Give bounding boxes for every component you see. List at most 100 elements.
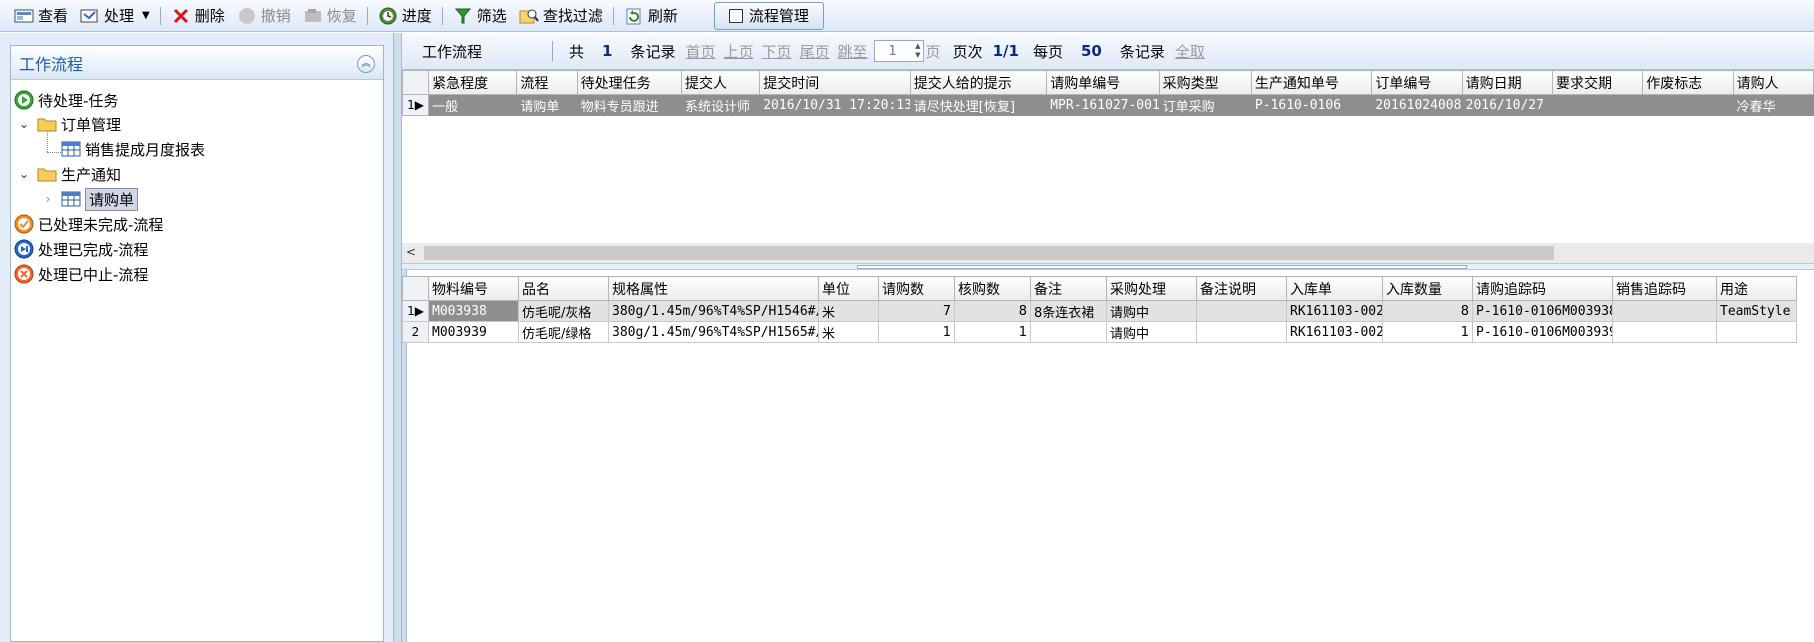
column-header[interactable]: 请购追踪码 [1472, 276, 1613, 301]
tree-item-terminated[interactable]: 处理已中止-流程 [14, 262, 148, 286]
table-cell[interactable]: 1 [878, 321, 955, 343]
jump-to-link[interactable]: 跳至 [838, 41, 868, 62]
table-cell[interactable]: 请尽快处理[恢复] [909, 94, 1048, 116]
table-cell[interactable]: 8条连衣裙 [1030, 300, 1107, 322]
column-header[interactable]: 销售追踪码 [1612, 276, 1717, 301]
column-header[interactable]: 用途 [1716, 276, 1797, 301]
refresh-button[interactable]: 刷新 [618, 3, 684, 29]
table-cell[interactable]: 1 [1382, 321, 1473, 343]
table-cell[interactable]: 380g/1.45m/96%T4%SP/H1546#/ [608, 300, 819, 322]
table-cell[interactable]: 请购单 [516, 94, 578, 116]
table-cell[interactable]: 米 [818, 300, 879, 322]
table-cell[interactable]: 物料专员跟进 [576, 94, 682, 116]
table-cell[interactable]: 20161024008 [1371, 94, 1463, 116]
chevron-down-icon[interactable]: ▼ [142, 10, 150, 21]
delete-button[interactable]: 删除 [165, 3, 231, 29]
table-cell[interactable]: M003939 [428, 321, 519, 343]
table-cell[interactable]: 请购中 [1106, 321, 1197, 343]
table-cell[interactable] [1030, 321, 1107, 343]
table-cell[interactable]: 请购中 [1106, 300, 1197, 322]
table-cell[interactable]: TeamStyle [1716, 300, 1797, 322]
collapse-up-icon[interactable]: ︽ [357, 55, 375, 73]
table-cell[interactable]: RK161103-002 [1286, 321, 1383, 343]
column-header[interactable]: 规格属性 [608, 276, 819, 301]
table-cell[interactable]: 米 [818, 321, 879, 343]
last-page-link[interactable]: 尾页 [800, 41, 830, 62]
column-header[interactable]: 作废标志 [1642, 70, 1734, 95]
tree-item-order-management[interactable]: ⌄ 订单管理 [17, 112, 121, 136]
progress-button[interactable]: 进度 [372, 3, 438, 29]
column-header[interactable]: 备注说明 [1196, 276, 1287, 301]
panel-splitter[interactable] [393, 33, 402, 642]
tree-item-sales-commission-report[interactable]: 销售提成月度报表 [61, 137, 205, 161]
table-cell[interactable] [1612, 300, 1717, 322]
column-header[interactable]: 核购数 [954, 276, 1031, 301]
splitter-grip[interactable] [857, 265, 1467, 269]
column-header[interactable]: 单位 [818, 276, 879, 301]
view-button[interactable]: 查看 [8, 3, 74, 29]
column-header[interactable]: 订单编号 [1371, 70, 1463, 95]
column-header[interactable]: 提交人给的提示 [909, 70, 1048, 95]
chevron-right-icon[interactable]: › [41, 192, 55, 206]
table-cell[interactable]: RK161103-002 [1286, 300, 1383, 322]
search-filter-button[interactable]: 查找过滤 [513, 3, 609, 29]
column-header[interactable]: 请购单编号 [1046, 70, 1160, 95]
column-header[interactable]: 流程 [516, 70, 578, 95]
column-header[interactable]: 采购处理 [1106, 276, 1197, 301]
table-cell[interactable]: 7 [878, 300, 955, 322]
column-header[interactable]: 提交时间 [759, 70, 911, 95]
table-row[interactable]: 2 M003939 仿毛呢/绿格 380g/1.45m/96%T4%SP/H15… [402, 321, 1797, 343]
table-cell[interactable]: 仿毛呢/绿格 [518, 321, 609, 343]
column-header[interactable]: 入库单 [1286, 276, 1383, 301]
next-page-link[interactable]: 下页 [762, 41, 792, 62]
table-cell[interactable] [1551, 94, 1644, 116]
tree-item-production-notice[interactable]: ⌄ 生产通知 [17, 162, 121, 186]
chevron-down-icon[interactable]: ⌄ [17, 167, 31, 181]
process-button[interactable]: 处理 ▼ [74, 3, 156, 29]
undo-button[interactable]: 撤销 [231, 3, 297, 29]
chevron-down-icon[interactable]: ⌄ [17, 117, 31, 131]
table-cell[interactable] [1716, 321, 1797, 343]
table-cell[interactable]: P-1610-0106 [1250, 94, 1373, 116]
table-cell[interactable]: MPR-161027-001 [1046, 94, 1160, 116]
tree-item-processed-unfinished[interactable]: 已处理未完成-流程 [14, 212, 163, 236]
table-cell[interactable] [1196, 321, 1287, 343]
table-cell[interactable]: 8 [954, 300, 1031, 322]
row-header[interactable]: 2 [402, 321, 429, 343]
table-cell[interactable]: 一般 [428, 94, 518, 116]
flow-manage-toggle[interactable]: 流程管理 [713, 1, 824, 30]
column-header[interactable]: 待处理任务 [576, 70, 682, 95]
column-header[interactable]: 入库数量 [1382, 276, 1473, 301]
scrollbar-thumb[interactable] [424, 246, 1554, 260]
table-cell[interactable] [1612, 321, 1717, 343]
first-page-link[interactable]: 首页 [685, 41, 715, 62]
column-header[interactable]: 紧急程度 [428, 70, 518, 95]
table-cell[interactable]: P-1610-0106M003938 [1472, 300, 1613, 322]
prev-page-link[interactable]: 上页 [723, 41, 753, 62]
table-cell[interactable]: 仿毛呢/灰格 [518, 300, 609, 322]
column-header[interactable]: 物料编号 [428, 276, 519, 301]
scroll-left-icon[interactable]: < [406, 245, 416, 259]
grid-splitter[interactable] [402, 263, 1814, 270]
table-cell[interactable]: 2016/10/31 17:20:13 [759, 94, 911, 116]
table-row[interactable]: 1▶ 一般 请购单 物料专员跟进 系统设计师 2016/10/31 17:20:… [401, 94, 1814, 116]
table-cell[interactable]: 2016/10/27 [1461, 94, 1553, 116]
flow-manage-checkbox[interactable] [728, 8, 743, 23]
tree-item-completed[interactable]: 处理已完成-流程 [14, 237, 148, 261]
table-cell[interactable]: 订单采购 [1158, 94, 1252, 116]
horizontal-scrollbar[interactable]: < [402, 243, 1814, 263]
table-cell[interactable]: 380g/1.45m/96%T4%SP/H1565#/ [608, 321, 819, 343]
table-cell[interactable] [1196, 300, 1287, 322]
column-header[interactable]: 请购日期 [1461, 70, 1553, 95]
column-header[interactable]: 提交人 [680, 70, 761, 95]
table-cell[interactable]: P-1610-0106M003939 [1472, 321, 1613, 343]
tree-item-purchase-request[interactable]: › 请购单 [41, 187, 139, 211]
table-cell[interactable]: 冷春华 [1732, 94, 1814, 116]
table-cell[interactable]: 系统设计师 [680, 94, 761, 116]
table-cell[interactable]: M003938 [428, 300, 519, 322]
column-header[interactable]: 要求交期 [1551, 70, 1644, 95]
column-header[interactable]: 生产通知单号 [1250, 70, 1373, 95]
restore-button[interactable]: 恢复 [297, 3, 363, 29]
table-cell[interactable] [1642, 94, 1734, 116]
column-header[interactable]: 请购数 [878, 276, 955, 301]
